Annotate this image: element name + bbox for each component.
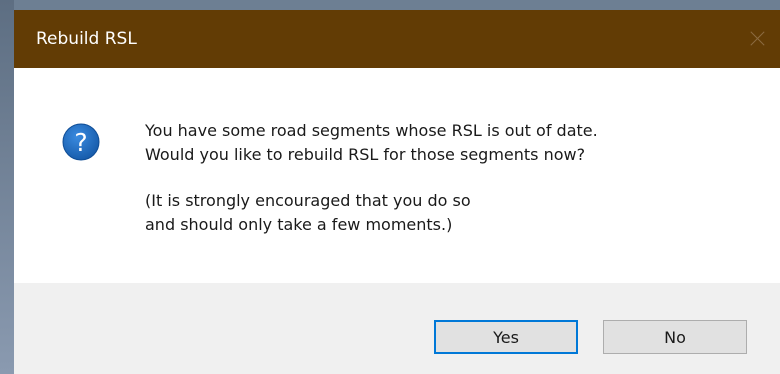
svg-text:?: ? <box>74 128 87 157</box>
title-bar[interactable]: Rebuild RSL <box>14 10 780 68</box>
yes-button[interactable]: Yes <box>434 320 578 354</box>
note-line: and should only take a few moments.) <box>145 215 453 234</box>
dialog-content: ? You have some road segments whose RSL … <box>14 68 780 283</box>
dialog-title: Rebuild RSL <box>36 29 137 49</box>
close-icon[interactable] <box>734 10 780 68</box>
rebuild-rsl-dialog: Rebuild RSL ? You have some road segment… <box>14 10 780 374</box>
message-text: You have some road segments whose RSL is… <box>145 119 598 237</box>
no-button[interactable]: No <box>603 320 747 354</box>
message-line: You have some road segments whose RSL is… <box>145 121 598 140</box>
note-line: (It is strongly encouraged that you do s… <box>145 191 471 210</box>
background-window-edge <box>0 0 14 374</box>
question-icon: ? <box>62 123 100 161</box>
button-bar: Yes No <box>14 283 780 374</box>
message-line: Would you like to rebuild RSL for those … <box>145 145 586 164</box>
